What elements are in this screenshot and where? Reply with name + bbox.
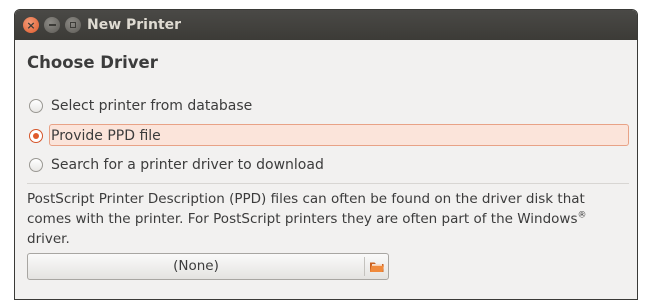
description-text-end: driver. bbox=[27, 231, 70, 247]
page-title: Choose Driver bbox=[27, 53, 158, 72]
separator bbox=[27, 183, 629, 184]
folder-open-icon bbox=[370, 262, 384, 272]
file-chooser-value: (None) bbox=[173, 258, 219, 274]
ppd-file-chooser-button[interactable]: (None) bbox=[27, 253, 389, 280]
radio-search-driver-download[interactable] bbox=[29, 158, 43, 172]
window-title: New Printer bbox=[87, 17, 182, 33]
option-search-driver-download[interactable]: Search for a printer driver to download bbox=[27, 153, 324, 177]
minimize-window-button[interactable] bbox=[44, 17, 60, 33]
maximize-window-button[interactable] bbox=[65, 17, 81, 33]
radio-select-from-database[interactable] bbox=[29, 99, 43, 113]
maximize-icon bbox=[70, 22, 76, 28]
registered-mark: ® bbox=[577, 210, 587, 221]
option-label: Search for a printer driver to download bbox=[51, 157, 324, 173]
option-label: Provide PPD file bbox=[51, 128, 161, 144]
option-select-from-database[interactable]: Select printer from database bbox=[27, 94, 252, 118]
option-label: Select printer from database bbox=[51, 98, 253, 114]
file-chooser-divider bbox=[364, 257, 365, 276]
radio-provide-ppd-file[interactable] bbox=[29, 129, 43, 143]
description-text: PostScript Printer Description (PPD) fil… bbox=[27, 191, 585, 227]
minimize-icon bbox=[48, 24, 56, 26]
new-printer-window: × New Printer Choose Driver Select print… bbox=[14, 9, 638, 300]
option-provide-ppd-file[interactable]: Provide PPD file bbox=[27, 124, 629, 148]
title-bar: × New Printer bbox=[15, 10, 637, 40]
ppd-description: PostScript Printer Description (PPD) fil… bbox=[27, 189, 627, 249]
close-window-button[interactable]: × bbox=[23, 17, 39, 33]
close-icon: × bbox=[26, 18, 36, 32]
